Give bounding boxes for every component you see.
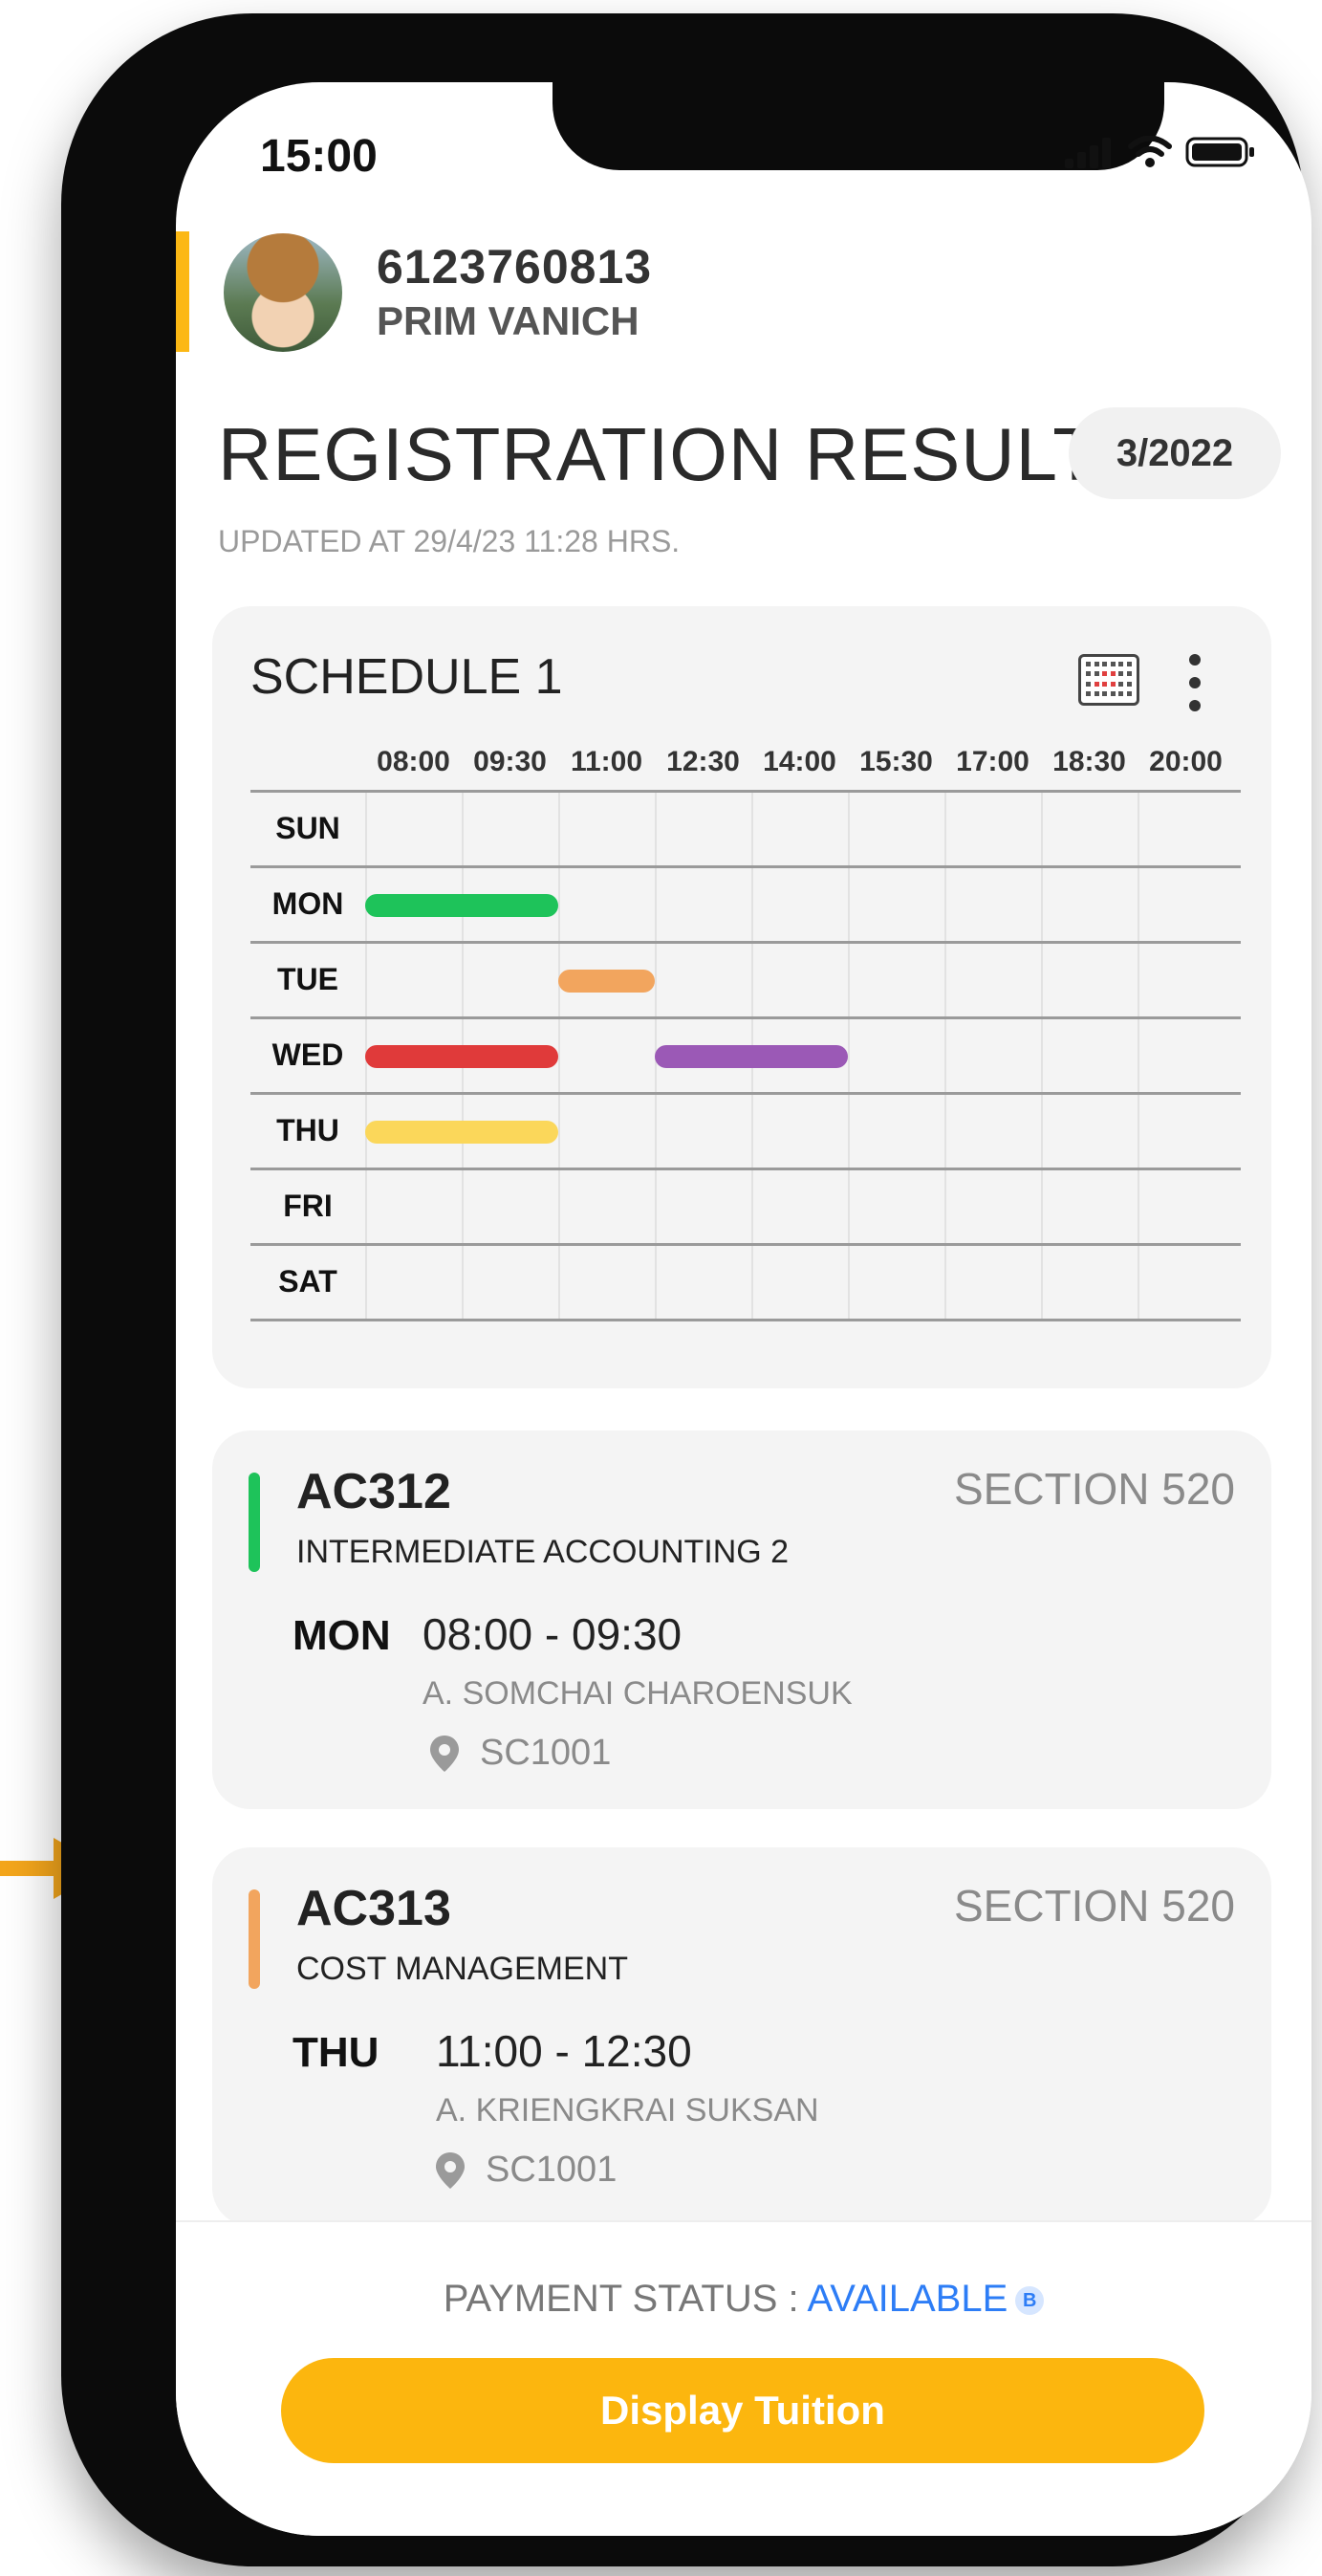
- grid-column-line: [944, 790, 946, 1320]
- grid-row-line: [250, 865, 1241, 868]
- day-label: SUN: [275, 811, 340, 845]
- display-tuition-button[interactable]: Display Tuition: [281, 2358, 1204, 2463]
- time-header-label: 18:30: [1052, 746, 1126, 777]
- time-header-label: 11:00: [570, 746, 643, 777]
- status-icons: [1065, 136, 1256, 168]
- time-header-label: 08:00: [377, 746, 450, 777]
- course-section: SECTION 520: [954, 1464, 1235, 1514]
- course-color-bar: [249, 1473, 260, 1572]
- grid-column-line: [848, 790, 850, 1320]
- day-label: FRI: [283, 1189, 333, 1223]
- class-block[interactable]: [365, 893, 558, 917]
- course-code: AC313: [296, 1881, 451, 1936]
- course-day: MON: [293, 1612, 391, 1659]
- course-name: COST MANAGEMENT: [296, 1951, 628, 1987]
- room-label: SC1001: [480, 1733, 612, 1773]
- time-header-label: 15:30: [859, 746, 933, 777]
- class-block[interactable]: [558, 969, 655, 993]
- time-header-label: 17:00: [956, 746, 1029, 777]
- schedule-card: SCHEDULE 1 08:00 09:30 11:00 12:30 14:00 15:3…: [212, 606, 1271, 1388]
- course-day: THU: [293, 2029, 379, 2076]
- course-time: 11:00 - 12:30: [436, 2026, 692, 2076]
- profile-accent-bar: [176, 231, 189, 352]
- more-options-icon[interactable]: [1187, 654, 1203, 711]
- course-teacher: A. SOMCHAI CHAROENSUK: [423, 1675, 853, 1712]
- student-name: PRIM VANICH: [377, 298, 639, 343]
- location-pin-icon: [436, 2151, 465, 2189]
- class-block[interactable]: [655, 1044, 848, 1068]
- course-room: SC1001: [430, 1733, 611, 1774]
- page-title: REGISTRATION RESULT: [218, 412, 1099, 496]
- grid-row-line: [250, 1092, 1241, 1095]
- payment-status: PAYMENT STATUS : AVAILABLE B: [176, 2278, 1311, 2321]
- course-code: AC312: [296, 1464, 451, 1519]
- time-header-label: 12:30: [666, 746, 740, 777]
- wifi-icon: [1128, 136, 1172, 167]
- grid-row-line: [250, 790, 1241, 793]
- grid-row-line: [250, 1243, 1241, 1246]
- term-selector[interactable]: 3/2022: [1069, 407, 1281, 499]
- course-card[interactable]: AC313 SECTION 520 COST MANAGEMENT THU 11…: [212, 1847, 1271, 2226]
- student-id: 6123760813: [377, 240, 653, 294]
- day-label: MON: [271, 886, 344, 921]
- time-header-label: 09:30: [473, 746, 547, 777]
- course-card[interactable]: AC312 SECTION 520 INTERMEDIATE ACCOUNTIN…: [212, 1430, 1271, 1809]
- app-screen: 15:00 6123760813 PRIM VANICH REGISTRATIO…: [176, 82, 1311, 2536]
- baht-badge-icon: B: [1015, 2286, 1045, 2316]
- grid-row-line: [250, 941, 1241, 944]
- grid-row-line: [250, 1319, 1241, 1321]
- room-label: SC1001: [486, 2150, 618, 2190]
- course-room: SC1001: [436, 2150, 617, 2191]
- schedule-title: SCHEDULE 1: [250, 649, 563, 705]
- status-time: 15:00: [260, 131, 378, 182]
- course-time: 08:00 - 09:30: [423, 1609, 683, 1659]
- day-label: WED: [271, 1037, 344, 1072]
- course-color-bar: [249, 1889, 260, 1989]
- payment-status-label: PAYMENT STATUS :: [443, 2278, 808, 2320]
- timetable: 08:00 09:30 11:00 12:30 14:00 15:30 17:00 18:30…: [250, 746, 1241, 1321]
- updated-timestamp: UPDATED AT 29/4/23 11:28 HRS.: [218, 524, 681, 558]
- grid-column-line: [1138, 790, 1139, 1320]
- class-block[interactable]: [365, 1044, 558, 1068]
- time-header-label: 14:00: [763, 746, 836, 777]
- payment-footer: PAYMENT STATUS : AVAILABLE B Display Tuit…: [176, 2220, 1311, 2536]
- day-label: SAT: [278, 1264, 337, 1299]
- grid-column-line: [1041, 790, 1043, 1320]
- grid-column-line: [558, 790, 560, 1320]
- battery-icon: [1185, 137, 1254, 167]
- day-label: THU: [276, 1113, 339, 1147]
- course-section: SECTION 520: [954, 1881, 1235, 1931]
- location-pin-icon: [430, 1735, 459, 1772]
- payment-status-value: AVAILABLE: [807, 2278, 1008, 2320]
- phone-frame: 15:00 6123760813 PRIM VANICH REGISTRATIO…: [61, 13, 1311, 2566]
- time-header-label: 20:00: [1149, 746, 1223, 777]
- signal-icon: [1065, 138, 1111, 168]
- calendar-grid-icon[interactable]: [1078, 654, 1139, 706]
- day-label: TUE: [277, 962, 338, 996]
- grid-row-line: [250, 1168, 1241, 1170]
- course-name: INTERMEDIATE ACCOUNTING 2: [296, 1534, 790, 1570]
- grid-row-line: [250, 1016, 1241, 1019]
- course-teacher: A. KRIENGKRAI SUKSAN: [436, 2092, 819, 2128]
- class-block[interactable]: [365, 1120, 558, 1144]
- avatar[interactable]: [224, 233, 342, 352]
